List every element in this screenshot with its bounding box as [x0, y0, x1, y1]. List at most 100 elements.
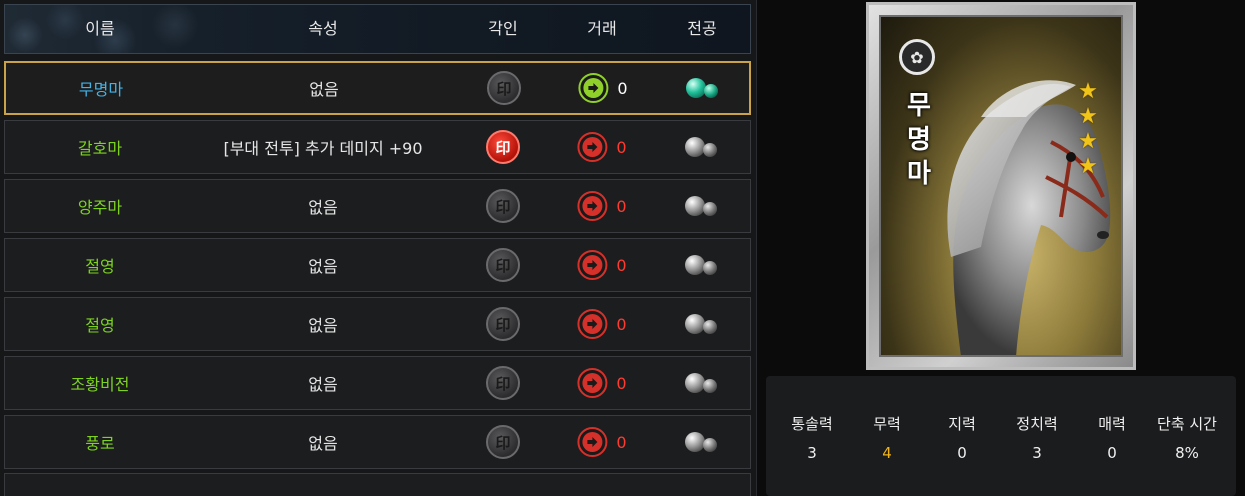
engrave-cell: 印	[486, 416, 520, 468]
trade-arrow-icon[interactable]	[577, 427, 608, 457]
header-attribute: 속성	[308, 19, 338, 38]
horse-name: 풍로	[85, 434, 115, 453]
horse-attribute: 없음	[309, 80, 339, 99]
exploit-orb-icon[interactable]	[683, 370, 721, 396]
exploit-orb-icon[interactable]	[683, 252, 721, 278]
engrave-seal-icon[interactable]: 印	[486, 248, 520, 282]
trade-count: 0	[616, 314, 627, 334]
exploit-cell	[684, 63, 722, 113]
horse-card: ✿ 무 명 마 ★ ★ ★ ★	[866, 2, 1136, 370]
table-row[interactable]: 풍로 없음 印 0	[4, 415, 751, 469]
table-header: 이름 속성 각인 거래 전공	[4, 4, 751, 54]
horse-name: 조황비전	[70, 375, 130, 394]
trade-arrow-icon[interactable]	[577, 368, 608, 398]
trade-arrow-icon[interactable]	[577, 191, 608, 221]
trade-count: 0	[617, 78, 628, 98]
card-name-char: 명	[907, 125, 931, 155]
horse-name: 갈호마	[77, 139, 123, 158]
table-row[interactable]: 절영 없음 印 0	[4, 297, 751, 351]
header-name: 이름	[85, 19, 115, 38]
trade-cell: 0	[577, 298, 627, 350]
trade-count: 0	[616, 255, 627, 275]
stat-label: 통솔력	[791, 415, 833, 433]
engrave-cell: 印	[486, 180, 520, 232]
engrave-seal-icon[interactable]: 印	[486, 425, 520, 459]
card-name-char: 무	[907, 91, 931, 121]
table-row[interactable]: 조황비전 없음 印 0	[4, 356, 751, 410]
horse-name: 절영	[85, 316, 115, 335]
exploit-cell	[683, 121, 721, 173]
stat-value: 4	[882, 444, 892, 462]
stat-value: 8%	[1175, 444, 1199, 462]
horse-attribute: 없음	[308, 434, 338, 453]
trade-arrow-icon[interactable]	[577, 132, 608, 162]
star-icon: ★	[1078, 79, 1098, 104]
engrave-cell: 印	[486, 239, 520, 291]
trade-cell: 0	[577, 239, 627, 291]
trade-cell: 0	[577, 357, 627, 409]
horse-attribute: 없음	[308, 316, 338, 335]
table-row-partial[interactable]	[4, 473, 751, 496]
star-rating: ★ ★ ★ ★	[1077, 79, 1099, 179]
stat-label: 단축 시간	[1157, 415, 1217, 433]
exploit-orb-icon[interactable]	[683, 429, 721, 455]
engrave-seal-icon[interactable]: 印	[486, 189, 520, 223]
engrave-seal-icon[interactable]: 印	[486, 366, 520, 400]
engrave-seal-icon[interactable]: 印	[486, 307, 520, 341]
star-icon: ★	[1078, 129, 1098, 154]
engrave-seal-icon[interactable]: 印	[486, 130, 520, 164]
engrave-cell: 印	[486, 298, 520, 350]
exploit-orb-icon[interactable]	[683, 193, 721, 219]
trade-cell: 0	[577, 416, 627, 468]
horse-attribute: 없음	[308, 375, 338, 394]
trade-count: 0	[616, 432, 627, 452]
exploit-orb-icon[interactable]	[684, 75, 722, 101]
horse-list-panel: 이름 속성 각인 거래 전공 무명마 없음 印 0 갈호마 [부대 전투] 추가…	[0, 0, 757, 496]
stat-label: 정치력	[1016, 415, 1058, 433]
exploit-cell	[683, 357, 721, 409]
header-trade: 거래	[587, 19, 617, 38]
engrave-cell: 印	[486, 121, 520, 173]
card-name-char: 마	[907, 159, 931, 189]
exploit-orb-icon[interactable]	[683, 134, 721, 160]
trade-count: 0	[616, 137, 627, 157]
stat-label: 무력	[873, 415, 901, 433]
table-row[interactable]: 양주마 없음 印 0	[4, 179, 751, 233]
exploit-cell	[683, 298, 721, 350]
horse-name: 무명마	[78, 80, 124, 99]
trade-arrow-icon[interactable]	[577, 250, 608, 280]
horse-attribute: [부대 전투] 추가 데미지 +90	[223, 139, 423, 158]
stat-value: 0	[957, 444, 967, 462]
stats-panel: 통솔력 3 무력 4 지력 0 정치력 3 매력 0 단축 시간 8%	[766, 376, 1236, 496]
engrave-cell: 印	[486, 357, 520, 409]
header-engrave: 각인	[488, 19, 518, 38]
engrave-cell: 印	[487, 63, 521, 113]
stat-value: 3	[807, 444, 817, 462]
card-vertical-name: 무 명 마	[897, 89, 941, 191]
exploit-orb-icon[interactable]	[683, 311, 721, 337]
horse-attribute: 없음	[308, 257, 338, 276]
horse-card-art: ✿ 무 명 마 ★ ★ ★ ★	[879, 15, 1123, 357]
trade-cell: 0	[577, 121, 627, 173]
stat-value: 0	[1107, 444, 1117, 462]
stat-label: 매력	[1098, 415, 1126, 433]
exploit-cell	[683, 239, 721, 291]
horse-attribute: 없음	[308, 198, 338, 217]
stat-value: 3	[1032, 444, 1042, 462]
star-icon: ★	[1078, 104, 1098, 129]
stat-label: 지력	[948, 415, 976, 433]
trade-arrow-icon[interactable]	[578, 73, 609, 103]
trade-cell: 0	[578, 63, 628, 113]
engrave-seal-icon[interactable]: 印	[487, 71, 521, 105]
trade-cell: 0	[577, 180, 627, 232]
table-row[interactable]: 갈호마 [부대 전투] 추가 데미지 +90 印 0	[4, 120, 751, 174]
horse-name: 양주마	[77, 198, 123, 217]
star-icon: ★	[1078, 154, 1098, 179]
table-row[interactable]: 절영 없음 印 0	[4, 238, 751, 292]
trade-count: 0	[616, 373, 627, 393]
exploit-cell	[683, 180, 721, 232]
trade-count: 0	[616, 196, 627, 216]
exploit-cell	[683, 416, 721, 468]
table-row-selected[interactable]: 무명마 없음 印 0	[4, 61, 751, 115]
trade-arrow-icon[interactable]	[577, 309, 608, 339]
